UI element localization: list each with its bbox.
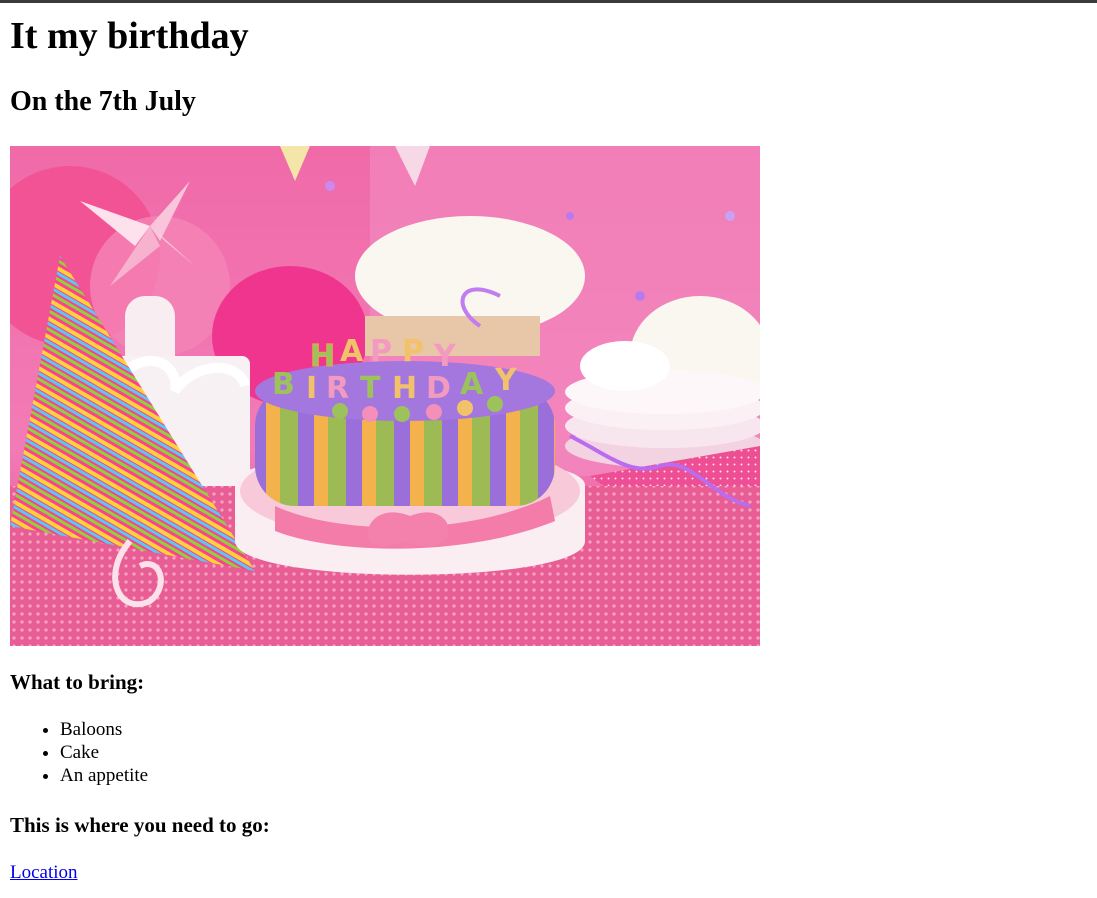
svg-text:H: H	[392, 371, 417, 406]
svg-text:D: D	[426, 371, 451, 406]
svg-text:P: P	[402, 334, 424, 369]
where-heading: This is where you need to go:	[10, 813, 270, 837]
svg-text:I: I	[306, 371, 317, 406]
bring-heading: What to bring:	[10, 670, 145, 694]
birthday-cake-photo: H A P P Y B I R T H D A Y	[10, 146, 760, 646]
page-title: It my birthday	[10, 15, 249, 57]
svg-text:Y: Y	[433, 339, 457, 374]
svg-text:B: B	[272, 367, 295, 402]
svg-text:Y: Y	[494, 363, 518, 398]
browser-top-border	[0, 0, 1097, 3]
svg-text:H: H	[310, 339, 335, 374]
bring-list: Baloons Cake An appetite	[10, 718, 148, 787]
page-subtitle: On the 7th July	[10, 86, 196, 117]
location-link[interactable]: Location	[10, 862, 78, 884]
svg-text:P: P	[370, 334, 392, 369]
list-item: Baloons	[60, 718, 148, 741]
svg-text:A: A	[460, 367, 484, 402]
list-item: An appetite	[60, 764, 148, 787]
svg-text:T: T	[360, 371, 381, 406]
list-item: Cake	[60, 741, 148, 764]
svg-text:R: R	[326, 371, 349, 406]
svg-text:A: A	[340, 334, 364, 369]
